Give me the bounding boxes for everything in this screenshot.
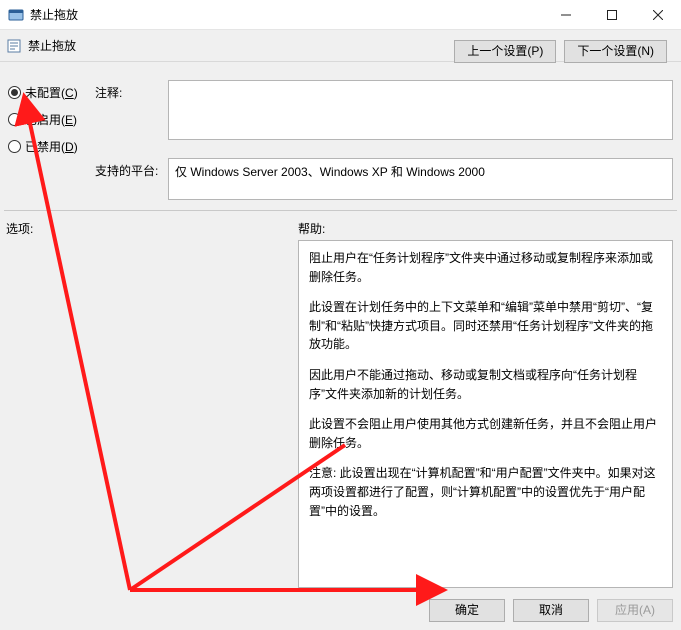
- platform-label: 支持的平台:: [95, 162, 158, 179]
- next-setting-label: 下一个设置(N): [577, 44, 654, 59]
- help-paragraph: 因此用户不能通过拖动、移动或复制文档或程序向“任务计划程序”文件夹添加新的计划任…: [309, 366, 662, 403]
- ok-button[interactable]: 确定: [429, 599, 505, 622]
- help-label: 帮助:: [298, 220, 325, 237]
- radio-circle-icon: [8, 140, 21, 153]
- previous-setting-label: 上一个设置(P): [467, 44, 543, 59]
- radio-not-configured-hotkey: C: [65, 86, 74, 100]
- next-setting-button[interactable]: 下一个设置(N): [564, 40, 667, 63]
- maximize-button[interactable]: [589, 0, 635, 30]
- supported-platforms-text: 仅 Windows Server 2003、Windows XP 和 Windo…: [175, 165, 485, 179]
- apply-button-label: 应用(A): [615, 603, 655, 618]
- help-paragraph: 此设置不会阻止用户使用其他方式创建新任务，并且不会阻止用户删除任务。: [309, 415, 662, 452]
- help-paragraph: 注意: 此设置出现在“计算机配置”和“用户配置”文件夹中。如果对这两项设置都进行…: [309, 464, 662, 520]
- radio-circle-icon: [8, 113, 21, 126]
- radio-disabled[interactable]: 已禁用(D): [8, 138, 108, 155]
- comment-textarea[interactable]: [168, 80, 673, 140]
- dialog-body: 未配置(C) 已启用(E) 已禁用(D) 注释: 支持的平台: 仅 Window…: [0, 62, 681, 630]
- subheader-title: 禁止拖放: [28, 37, 76, 54]
- divider: [4, 210, 677, 211]
- minimize-button[interactable]: [543, 0, 589, 30]
- state-radios: 未配置(C) 已启用(E) 已禁用(D): [8, 84, 108, 165]
- titlebar: 禁止拖放: [0, 0, 681, 30]
- radio-enabled-label: 已启用: [25, 113, 61, 127]
- apply-button[interactable]: 应用(A): [597, 599, 673, 622]
- close-button[interactable]: [635, 0, 681, 30]
- radio-enabled-hotkey: E: [65, 113, 73, 127]
- policy-icon: [6, 38, 22, 54]
- ok-button-label: 确定: [455, 603, 479, 618]
- radio-disabled-hotkey: D: [65, 140, 74, 154]
- previous-setting-button[interactable]: 上一个设置(P): [454, 40, 556, 63]
- nav-row: 上一个设置(P) 下一个设置(N): [454, 40, 667, 63]
- radio-not-configured[interactable]: 未配置(C): [8, 84, 108, 101]
- help-textarea[interactable]: 阻止用户在“任务计划程序”文件夹中通过移动或复制程序来添加或删除任务。 此设置在…: [298, 240, 673, 588]
- help-paragraph: 阻止用户在“任务计划程序”文件夹中通过移动或复制程序来添加或删除任务。: [309, 249, 662, 286]
- supported-platforms-field[interactable]: 仅 Windows Server 2003、Windows XP 和 Windo…: [168, 158, 673, 200]
- help-paragraph: 此设置在计划任务中的上下文菜单和“编辑”菜单中禁用“剪切”、“复制”和“粘贴”快…: [309, 298, 662, 354]
- radio-disabled-label: 已禁用: [25, 140, 61, 154]
- window-title: 禁止拖放: [30, 6, 78, 23]
- app-icon: [8, 7, 24, 23]
- radio-circle-icon: [8, 86, 21, 99]
- radio-not-configured-label: 未配置: [25, 86, 61, 100]
- cancel-button[interactable]: 取消: [513, 599, 589, 622]
- options-label: 选项:: [6, 220, 33, 237]
- comment-label: 注释:: [95, 84, 165, 101]
- footer-buttons: 确定 取消 应用(A): [429, 599, 673, 622]
- cancel-button-label: 取消: [539, 603, 563, 618]
- radio-enabled[interactable]: 已启用(E): [8, 111, 108, 128]
